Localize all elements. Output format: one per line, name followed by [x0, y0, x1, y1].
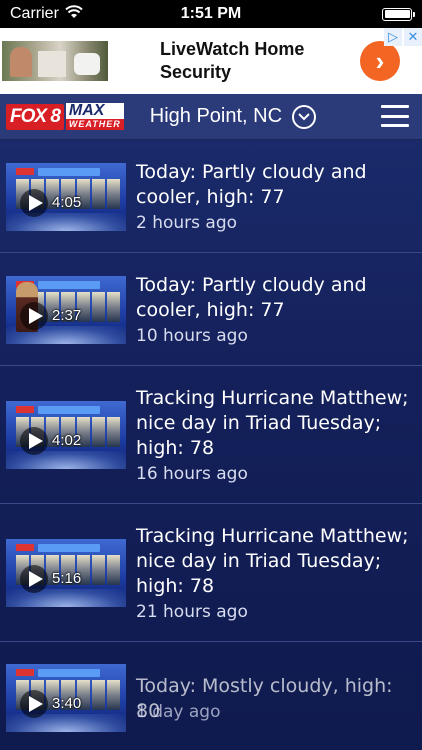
video-duration: 4:02: [52, 432, 82, 449]
video-item[interactable]: 4:05 Today: Partly cloudy and cooler, hi…: [0, 140, 422, 253]
video-timestamp: 2 hours ago: [136, 213, 238, 233]
logo-weather: WEATHER: [65, 119, 124, 130]
fox8-max-weather-logo[interactable]: FOX 8 MAX WEATHER: [6, 102, 124, 132]
chevron-down-icon[interactable]: [292, 104, 317, 129]
video-thumbnail[interactable]: 5:16: [6, 539, 126, 607]
status-left: Carrier: [10, 4, 83, 24]
video-duration: 2:37: [52, 307, 82, 324]
video-duration: 3:40: [52, 695, 82, 712]
video-thumbnail[interactable]: 2:37: [6, 276, 126, 344]
ad-headline-line1: LiveWatch Home: [160, 39, 305, 59]
ad-close-icon[interactable]: ✕: [404, 28, 422, 46]
location-label: High Point, NC: [149, 105, 283, 127]
ad-arrow-button[interactable]: ›: [360, 41, 400, 81]
play-icon[interactable]: [20, 189, 48, 217]
logo-max-weather: MAX WEATHER: [65, 103, 124, 130]
ad-headline-line2: Security: [160, 62, 232, 82]
video-timestamp: 1 day ago: [136, 702, 221, 722]
video-thumbnail[interactable]: 4:02: [6, 401, 126, 469]
status-bar: Carrier 1:51 PM: [0, 0, 422, 28]
battery-icon: [382, 7, 415, 21]
wifi-icon: [65, 4, 83, 24]
video-duration: 5:16: [52, 570, 82, 587]
video-title[interactable]: Today: Partly cloudy and cooler, high: 7…: [136, 160, 412, 210]
play-icon[interactable]: [20, 302, 48, 330]
ad-play-icon[interactable]: ▷: [384, 28, 402, 46]
ad-image[interactable]: [2, 41, 108, 81]
video-title[interactable]: Tracking Hurricane Matthew; nice day in …: [136, 386, 412, 461]
play-icon[interactable]: [20, 427, 48, 455]
video-title[interactable]: Today: Partly cloudy and cooler, high: 7…: [136, 273, 412, 323]
video-thumbnail[interactable]: 4:05: [6, 163, 126, 231]
logo-max: MAX: [65, 103, 124, 119]
menu-icon[interactable]: [381, 105, 409, 127]
video-timestamp: 10 hours ago: [136, 326, 248, 346]
video-timestamp: 21 hours ago: [136, 602, 248, 622]
video-duration: 4:05: [52, 194, 82, 211]
video-item[interactable]: 2:37 Today: Partly cloudy and cooler, hi…: [0, 253, 422, 366]
video-list[interactable]: 4:05 Today: Partly cloudy and cooler, hi…: [0, 140, 422, 750]
video-thumbnail[interactable]: 3:40: [6, 664, 126, 732]
video-timestamp: 16 hours ago: [136, 464, 248, 484]
ad-banner[interactable]: LiveWatch Home Security › ▷ ✕: [0, 28, 422, 94]
video-title[interactable]: Tracking Hurricane Matthew; nice day in …: [136, 524, 412, 599]
video-item[interactable]: 4:02 Tracking Hurricane Matthew; nice da…: [0, 366, 422, 504]
location-selector[interactable]: High Point, NC: [149, 104, 317, 129]
play-icon[interactable]: [20, 565, 48, 593]
video-item[interactable]: 3:40 Today: Mostly cloudy, high: 80 1 da…: [0, 642, 422, 750]
carrier-label: Carrier: [10, 5, 59, 22]
play-icon[interactable]: [20, 690, 48, 718]
logo-fox8: FOX 8: [6, 103, 64, 130]
ad-headline[interactable]: LiveWatch Home Security: [108, 38, 360, 84]
video-item[interactable]: 5:16 Tracking Hurricane Matthew; nice da…: [0, 504, 422, 642]
nav-bar: FOX 8 MAX WEATHER High Point, NC: [0, 94, 422, 140]
ad-choices-badge[interactable]: ▷ ✕: [382, 28, 422, 46]
